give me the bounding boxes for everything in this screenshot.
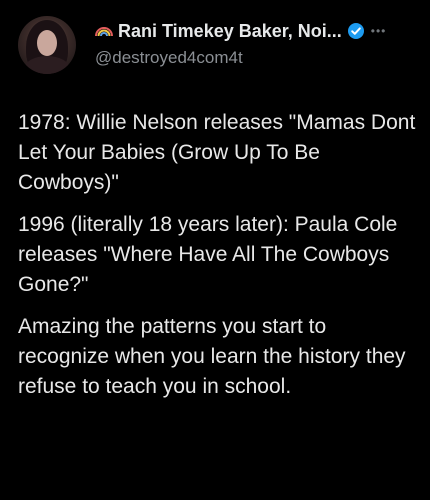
avatar[interactable] (18, 16, 76, 74)
author-name-row: Rani Timekey Baker, Noi... ••• (94, 20, 386, 42)
more-options-icon[interactable]: ••• (371, 22, 387, 40)
rainbow-emoji-icon (94, 24, 114, 38)
avatar-face (37, 30, 57, 56)
author-handle[interactable]: @destroyed4com4t (95, 48, 243, 68)
author-display-name[interactable]: Rani Timekey Baker, Noi... (118, 21, 342, 42)
tweet-paragraph: 1978: Willie Nelson releases "Mamas Dont… (18, 111, 416, 194)
verified-badge-icon (347, 22, 365, 40)
tweet-paragraph: 1996 (literally 18 years later): Paula C… (18, 213, 398, 296)
tweet-text: 1978: Willie Nelson releases "Mamas Dont… (18, 108, 420, 414)
tweet-header: Rani Timekey Baker, Noi... ••• @destroye… (18, 16, 416, 76)
tweet-paragraph: Amazing the patterns you start to recogn… (18, 315, 406, 398)
